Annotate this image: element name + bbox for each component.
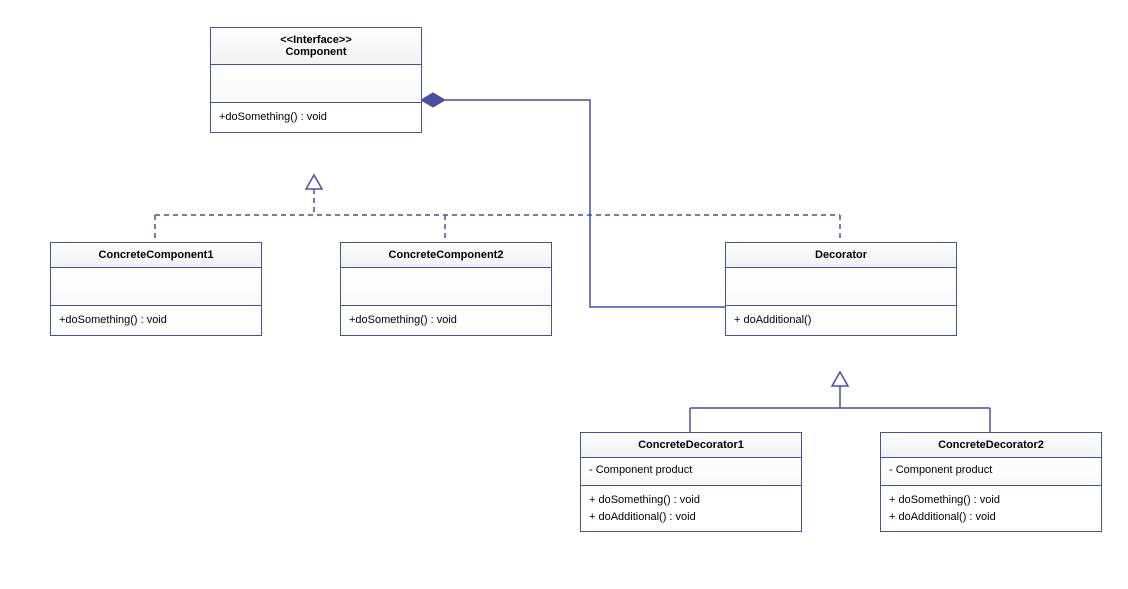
cd2-ops: + doSomething() : void + doAdditional() …: [881, 486, 1101, 531]
cc1-op-0: +doSomething() : void: [59, 312, 253, 329]
cc1-attrs: [51, 268, 261, 306]
cd2-name: ConcreteDecorator2: [889, 439, 1093, 451]
component-ops: +doSomething() : void: [211, 103, 421, 132]
component-stereotype: <<Interface>>: [219, 34, 413, 46]
generalization-arrowhead-decorator: [832, 372, 848, 386]
decorator-op-0: + doAdditional(): [734, 312, 948, 329]
cc2-name: ConcreteComponent2: [349, 249, 543, 261]
decorator-header: Decorator: [726, 243, 956, 268]
cd2-attr-0: - Component product: [889, 464, 1093, 476]
cc2-op-0: +doSomething() : void: [349, 312, 543, 329]
class-concrete-component-1: ConcreteComponent1 +doSomething() : void: [50, 242, 262, 336]
cd1-header: ConcreteDecorator1: [581, 433, 801, 458]
cc1-header: ConcreteComponent1: [51, 243, 261, 268]
class-component-header: <<Interface>> Component: [211, 28, 421, 65]
cd1-ops: + doSomething() : void + doAdditional() …: [581, 486, 801, 531]
cd2-op-1: + doAdditional() : void: [889, 509, 1093, 526]
cd1-op-1: + doAdditional() : void: [589, 509, 793, 526]
cd1-op-0: + doSomething() : void: [589, 492, 793, 509]
cc1-name: ConcreteComponent1: [59, 249, 253, 261]
cd2-op-0: + doSomething() : void: [889, 492, 1093, 509]
realization-arrowhead-component: [306, 175, 322, 189]
class-concrete-component-2: ConcreteComponent2 +doSomething() : void: [340, 242, 552, 336]
composition-diamond: [421, 93, 445, 107]
cd1-attrs: - Component product: [581, 458, 801, 486]
class-component: <<Interface>> Component +doSomething() :…: [210, 27, 422, 133]
decorator-name: Decorator: [734, 249, 948, 261]
class-concrete-decorator-2: ConcreteDecorator2 - Component product +…: [880, 432, 1102, 532]
cc2-attrs: [341, 268, 551, 306]
component-name: Component: [219, 46, 413, 58]
decorator-ops: + doAdditional(): [726, 306, 956, 335]
cd1-attr-0: - Component product: [589, 464, 793, 476]
component-op-0: +doSomething() : void: [219, 109, 413, 126]
cd1-name: ConcreteDecorator1: [589, 439, 793, 451]
cc2-ops: +doSomething() : void: [341, 306, 551, 335]
class-concrete-decorator-1: ConcreteDecorator1 - Component product +…: [580, 432, 802, 532]
cd2-header: ConcreteDecorator2: [881, 433, 1101, 458]
cd2-attrs: - Component product: [881, 458, 1101, 486]
class-decorator: Decorator + doAdditional(): [725, 242, 957, 336]
cc1-ops: +doSomething() : void: [51, 306, 261, 335]
component-attrs: [211, 65, 421, 103]
decorator-attrs: [726, 268, 956, 306]
cc2-header: ConcreteComponent2: [341, 243, 551, 268]
